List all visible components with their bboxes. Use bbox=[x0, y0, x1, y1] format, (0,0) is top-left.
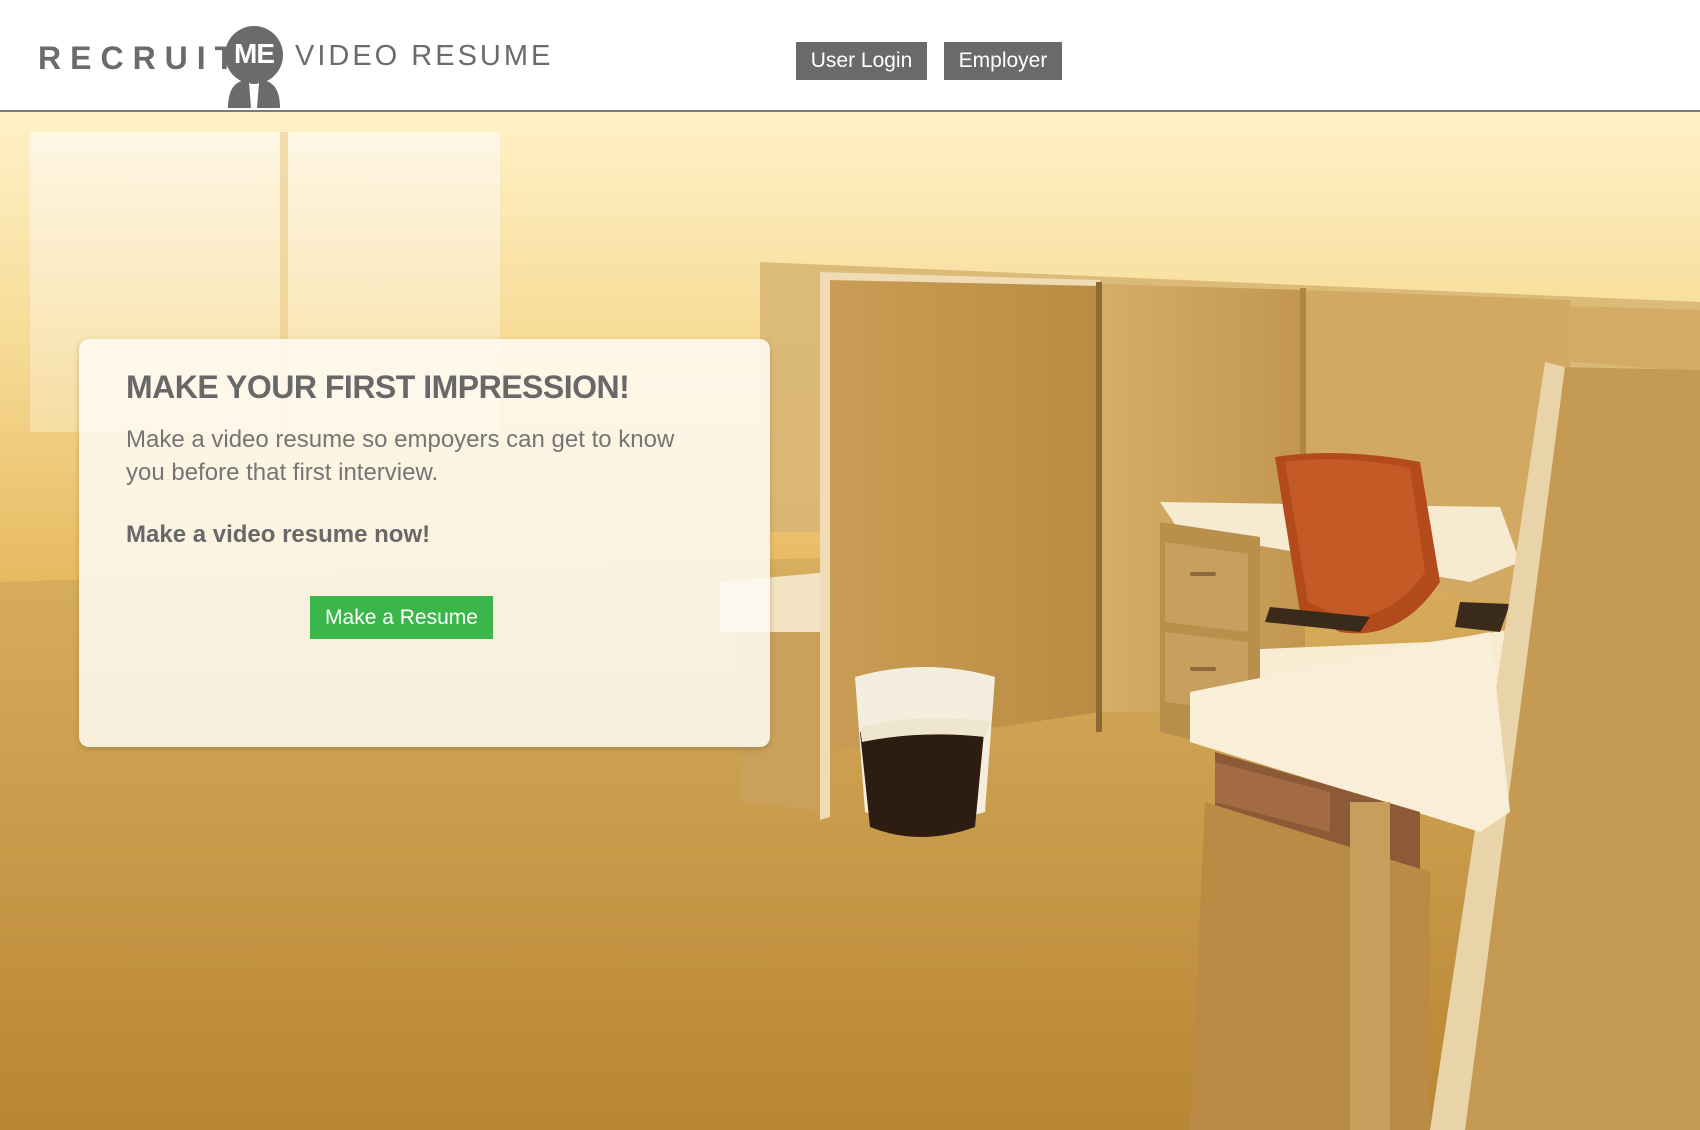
user-login-button[interactable]: User Login bbox=[796, 42, 927, 80]
hero-title: MAKE YOUR FIRST IMPRESSION! bbox=[126, 369, 630, 405]
logo-me-badge: ME bbox=[234, 38, 275, 69]
make-resume-button[interactable]: Make a Resume bbox=[310, 596, 493, 639]
recruitme-logo[interactable]: RECRUIT ME VIDEO RESUME bbox=[38, 26, 558, 108]
logo-tagline: VIDEO RESUME bbox=[295, 40, 554, 72]
hero-section: MAKE YOUR FIRST IMPRESSION! Make a video… bbox=[0, 112, 1700, 1130]
site-header: RECRUIT ME VIDEO RESUME User Login Emplo… bbox=[0, 0, 1700, 112]
employer-button[interactable]: Employer bbox=[944, 42, 1062, 80]
hero-description: Make a video resume so empoyers can get … bbox=[126, 426, 675, 486]
hero-cta-text: Make a video resume now! bbox=[126, 521, 431, 548]
logo-recruit-text: RECRUIT bbox=[38, 40, 244, 76]
hero-info-card: MAKE YOUR FIRST IMPRESSION! Make a video… bbox=[79, 339, 770, 747]
